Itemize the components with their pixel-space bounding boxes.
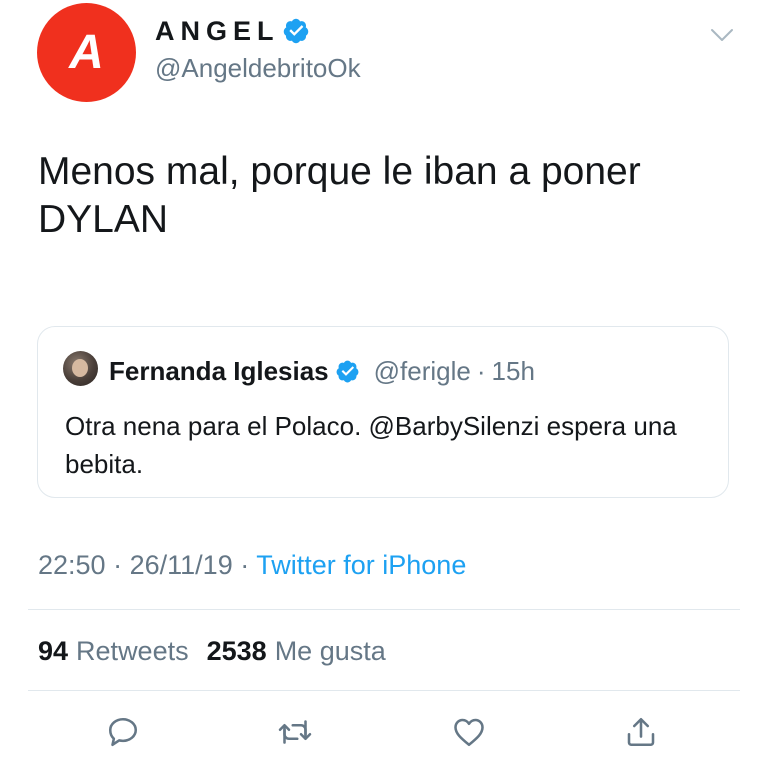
likes-stat[interactable]: 2538 Me gusta: [207, 634, 386, 668]
reply-icon: [108, 717, 138, 747]
author-display-name[interactable]: ANGEL: [155, 14, 310, 48]
verified-badge-icon: [336, 360, 359, 382]
tweet-date: 26/11/19: [129, 550, 233, 580]
quoted-separator: ·: [476, 356, 486, 386]
tweet-source-link[interactable]: Twitter for iPhone: [256, 550, 466, 580]
quoted-author-avatar: [63, 351, 98, 386]
retweet-icon: [278, 720, 312, 744]
quoted-author-avatar-face: [72, 359, 88, 377]
quoted-tweet-header: Fernanda Iglesias @ferigle · 15h: [109, 355, 535, 387]
likes-label: Me gusta: [274, 636, 386, 666]
quoted-author-name: Fernanda Iglesias: [109, 356, 329, 386]
like-icon: [454, 718, 484, 747]
chevron-down-icon[interactable]: [710, 27, 734, 43]
author-display-name-text: ANGEL: [155, 16, 280, 46]
avatar-logo-letter: A: [69, 26, 104, 79]
tweet-time: 22:50: [38, 550, 106, 580]
tweet-stats: 94 Retweets 2538 Me gusta: [38, 634, 386, 668]
author-avatar[interactable]: A: [37, 3, 136, 102]
share-icon: [627, 717, 655, 747]
quoted-author-handle: @ferigle: [373, 356, 471, 386]
quoted-tweet-text: Otra nena para el Polaco. @BarbySilenzi …: [65, 411, 677, 479]
like-button[interactable]: [451, 714, 487, 750]
retweets-count: 94: [38, 636, 69, 666]
tweet-meta: 22:50 · 26/11/19 · Twitter for iPhone: [38, 548, 466, 582]
likes-count: 2538: [206, 636, 267, 666]
divider: [28, 609, 740, 610]
share-button[interactable]: [623, 714, 659, 750]
meta-separator: ·: [113, 550, 123, 580]
retweets-label: Retweets: [76, 636, 189, 666]
tweet-text: Menos mal, porque le iban a poner DYLAN: [38, 150, 641, 241]
retweets-stat[interactable]: 94 Retweets: [38, 634, 189, 668]
author-handle[interactable]: @AngeldebritoOk: [155, 52, 361, 84]
quoted-tweet-card[interactable]: Fernanda Iglesias @ferigle · 15h Otra ne…: [37, 326, 729, 498]
divider: [28, 690, 740, 691]
verified-badge-icon: [283, 18, 308, 44]
reply-button[interactable]: [105, 714, 141, 750]
quoted-tweet-time: 15h: [491, 356, 535, 386]
meta-separator: ·: [240, 550, 250, 580]
retweet-button[interactable]: [277, 714, 313, 750]
